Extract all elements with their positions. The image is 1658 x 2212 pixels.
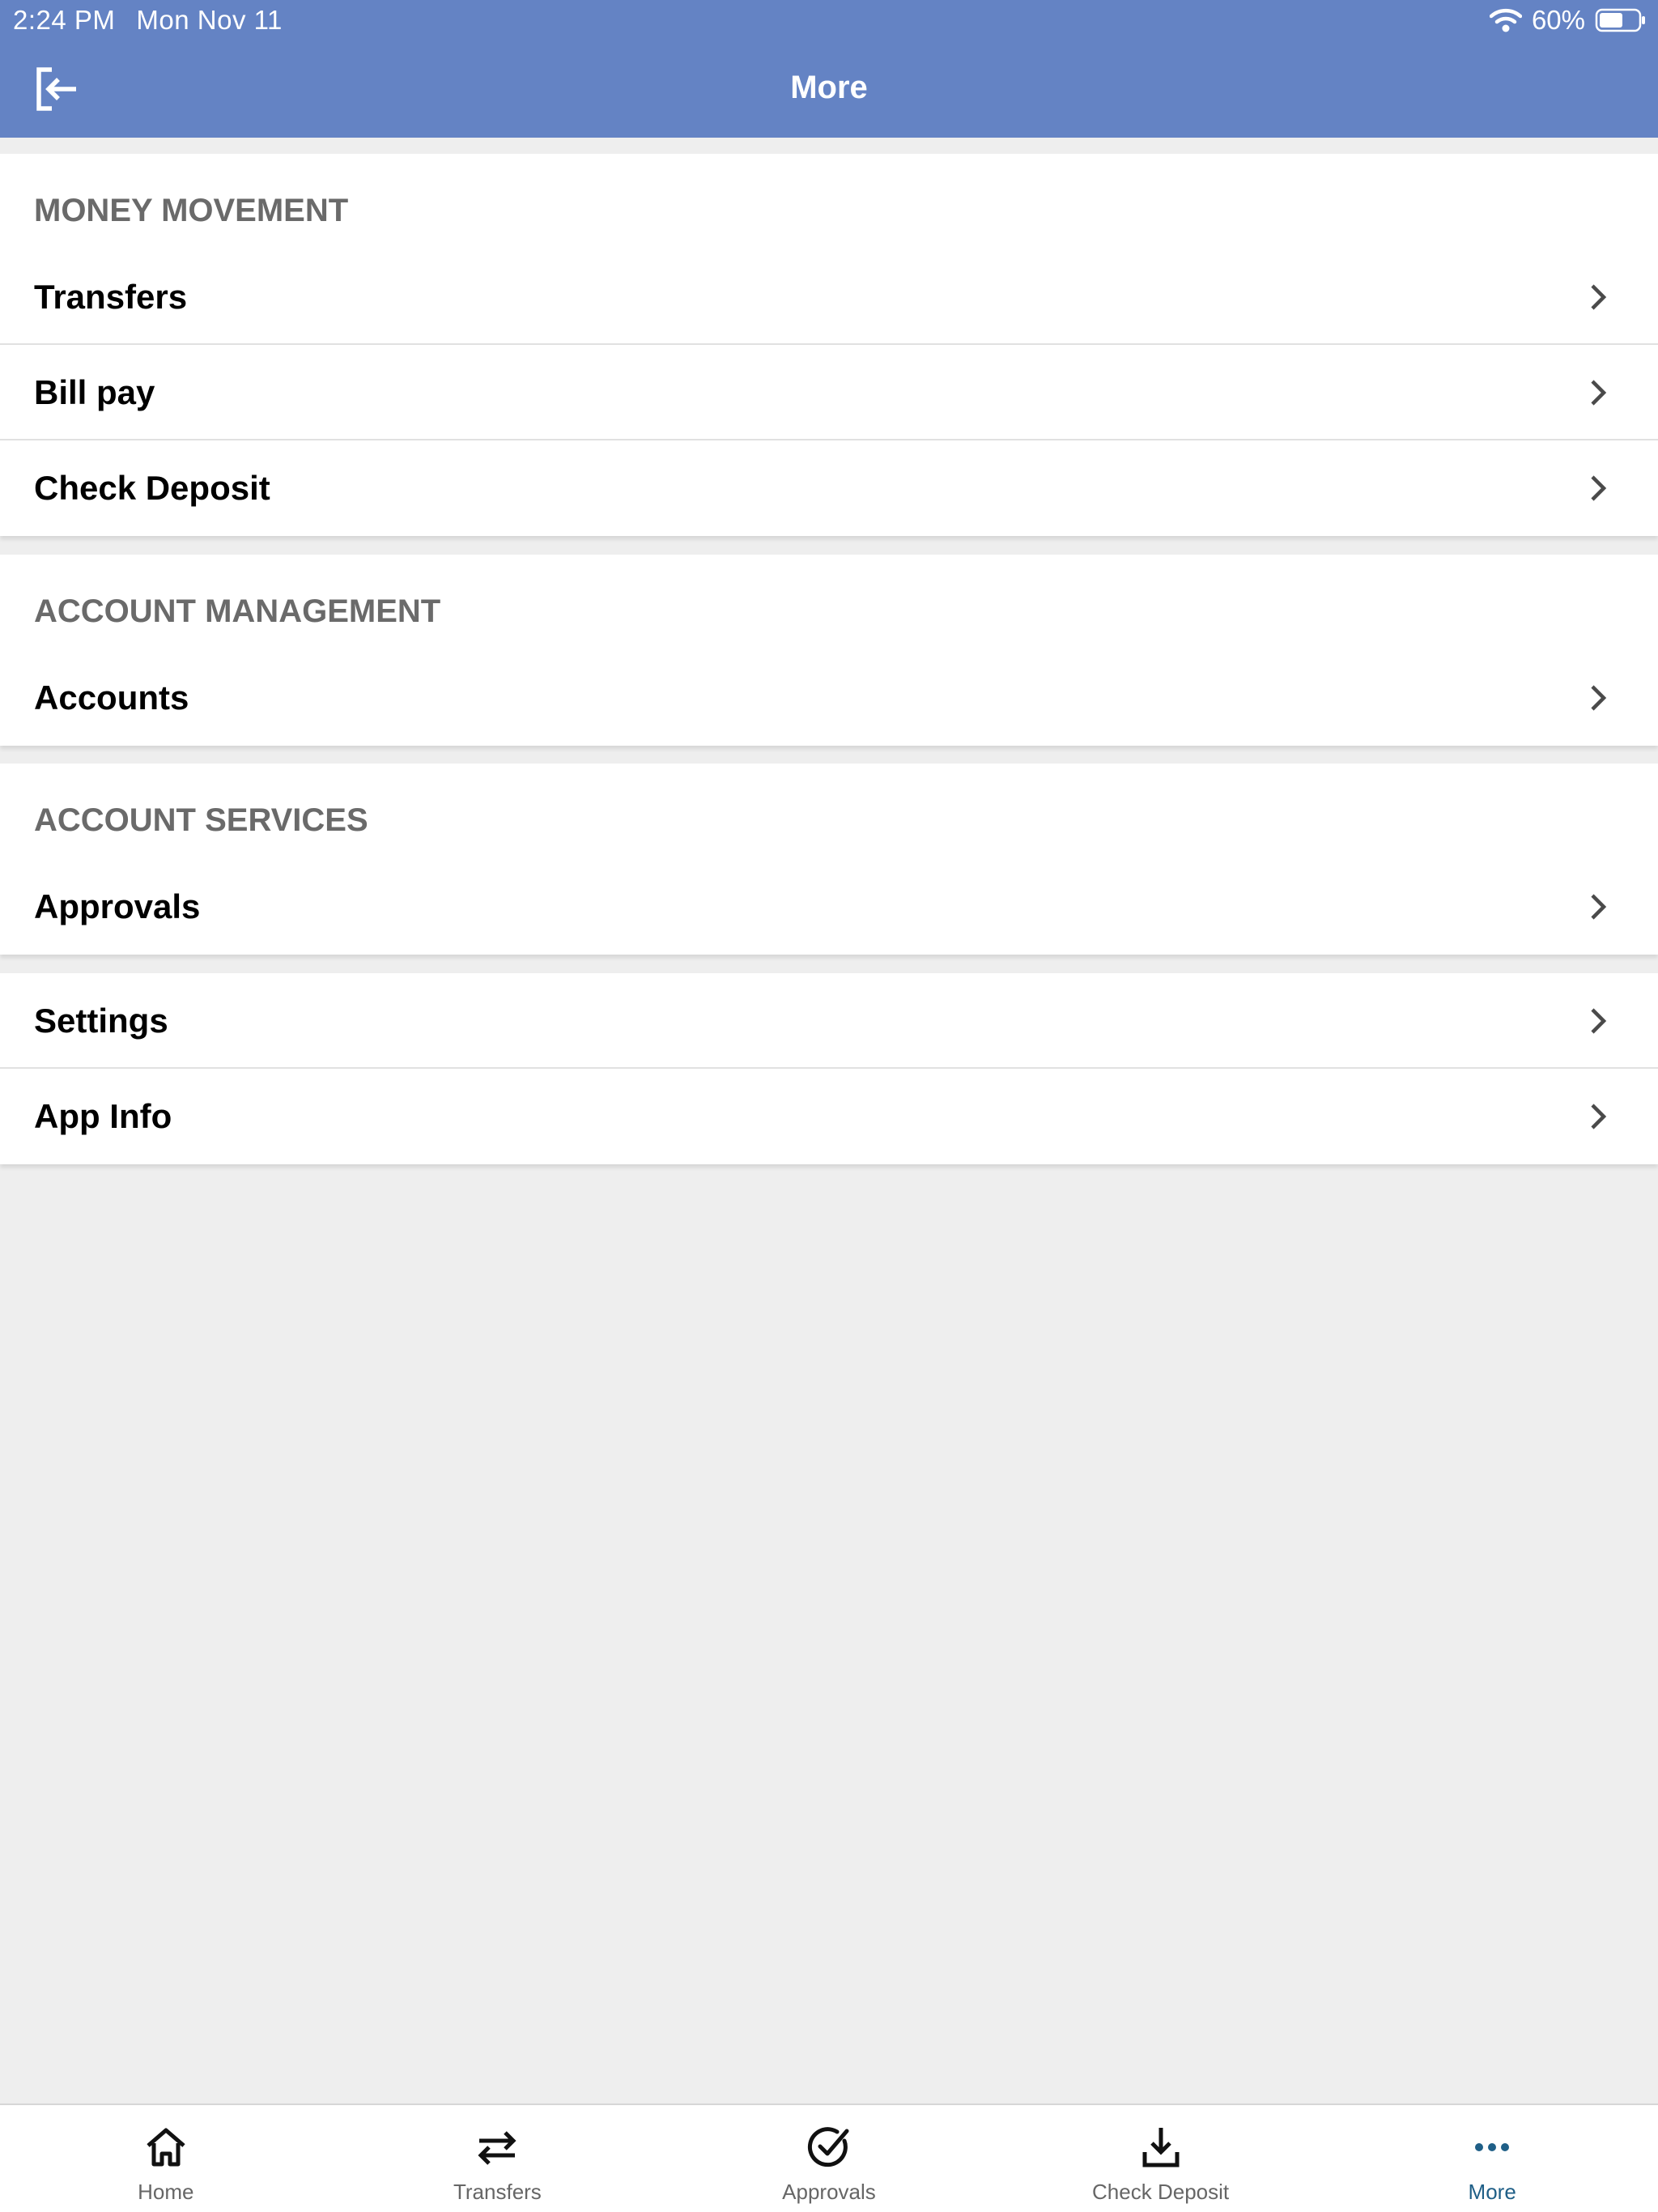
menu-item-check-deposit[interactable]: Check Deposit (0, 440, 1658, 536)
battery-percent: 60% (1531, 5, 1585, 35)
menu-item-label: Bill pay (34, 373, 155, 411)
download-icon (1142, 2128, 1180, 2167)
menu-item-label: Check Deposit (34, 469, 270, 507)
tab-label: Transfers (453, 2180, 542, 2204)
tab-bar: Home Transfers Approvals Check Deposit M… (0, 2104, 1658, 2212)
chevron-right-icon (1591, 284, 1607, 310)
chevron-right-icon (1591, 685, 1607, 711)
menu-item-accounts[interactable]: Accounts (0, 650, 1658, 746)
menu-item-label: App Info (34, 1097, 172, 1135)
tab-label: Check Deposit (1092, 2180, 1230, 2204)
tab-check-deposit[interactable]: Check Deposit (995, 2105, 1327, 2212)
menu-item-approvals[interactable]: Approvals (0, 859, 1658, 955)
chevron-right-icon (1591, 1008, 1607, 1034)
account-services-group: ACCOUNT SERVICES Approvals (0, 764, 1658, 955)
tab-label: Home (138, 2180, 194, 2204)
section-header-money-movement: MONEY MOVEMENT (34, 193, 349, 228)
tab-label: Approvals (782, 2180, 876, 2204)
section-header-account-services: ACCOUNT SERVICES (34, 802, 368, 838)
menu-item-transfers[interactable]: Transfers (0, 249, 1658, 345)
menu-item-label: Accounts (34, 678, 189, 717)
tab-transfers[interactable]: Transfers (332, 2105, 664, 2212)
chevron-right-icon (1591, 1104, 1607, 1129)
status-date: Mon Nov 11 (136, 5, 283, 35)
tab-home[interactable]: Home (0, 2105, 332, 2212)
wifi-icon (1489, 7, 1522, 33)
tab-approvals[interactable]: Approvals (663, 2105, 995, 2212)
menu-item-label: Settings (34, 1002, 168, 1040)
status-bar: 2:24 PM Mon Nov 11 60% (0, 0, 1658, 42)
section-header-account-management: ACCOUNT MANAGEMENT (34, 593, 441, 629)
general-group: Settings App Info (0, 973, 1658, 1164)
menu-item-label: Transfers (34, 278, 188, 316)
chevron-right-icon (1591, 894, 1607, 920)
menu-item-settings[interactable]: Settings (0, 973, 1658, 1069)
app-header: 2:24 PM Mon Nov 11 60% More (0, 0, 1658, 138)
home-icon (147, 2128, 185, 2167)
menu-item-bill-pay[interactable]: Bill pay (0, 345, 1658, 440)
chevron-right-icon (1591, 475, 1607, 501)
menu-item-label: Approvals (34, 887, 201, 925)
page-title: More (790, 70, 868, 105)
nav-bar: More (0, 42, 1658, 138)
battery-icon (1595, 7, 1647, 33)
check-circle-icon (807, 2127, 849, 2167)
arrows-icon (478, 2131, 517, 2165)
tab-more[interactable]: More (1326, 2105, 1658, 2212)
menu-item-app-info[interactable]: App Info (0, 1069, 1658, 1164)
account-management-group: ACCOUNT MANAGEMENT Accounts (0, 555, 1658, 746)
money-movement-group: MONEY MOVEMENT Transfers Bill pay Check … (0, 154, 1658, 536)
more-screen: 2:24 PM Mon Nov 11 60% More MONEY MOVEME… (0, 0, 1658, 2212)
status-time: 2:24 PM (13, 5, 116, 35)
chevron-right-icon (1591, 380, 1607, 406)
more-icon (1475, 2143, 1510, 2151)
tab-label: More (1468, 2180, 1516, 2204)
